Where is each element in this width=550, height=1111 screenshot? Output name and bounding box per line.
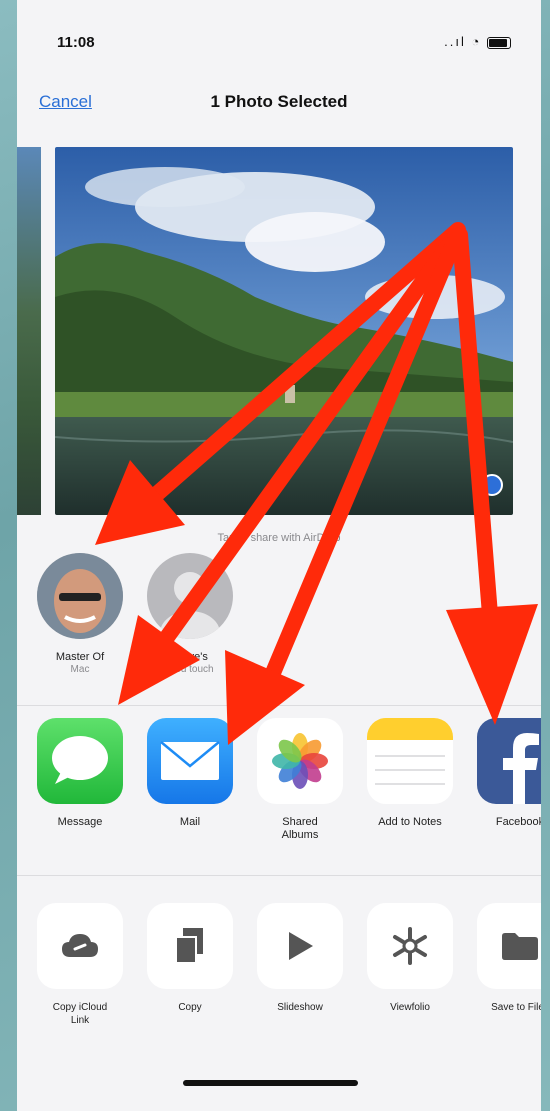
photos-icon [257,718,343,804]
airdrop-people-row: Master Of Mac Steve's iPod touch [17,553,541,703]
action-label: Slideshow [277,1002,323,1013]
home-indicator[interactable] [183,1080,358,1086]
page-title: 1 Photo Selected [210,92,348,111]
person-name: Master Of [55,651,105,663]
divider [17,705,541,706]
airdrop-hint: Tap to share with AirDrop [217,532,341,544]
wifi-icon: ◔ [471,34,482,49]
copy-icon [147,903,233,989]
person-device: Mac [70,664,90,675]
action-slideshow[interactable]: Slideshow [250,903,350,1014]
app-label: Mail [179,816,201,828]
person-device: iPod touch [166,664,214,675]
snowflake-icon [367,903,453,989]
navigation-bar: Cancel 1 Photo Selected [17,80,541,130]
action-label: Copy [178,1002,202,1013]
share-app-mail[interactable]: Mail [140,718,240,829]
share-app-message[interactable]: Message [30,718,130,829]
share-sheet-screen: 11:08 ..ıl ◔ Cancel 1 Photo Selected Tap… [17,0,541,1111]
avatar [147,553,233,639]
avatar [37,553,123,639]
app-label: Shared Albums [281,816,319,841]
play-icon [257,903,343,989]
action-label: Save to Files [491,1002,541,1013]
divider [17,875,541,876]
notes-icon [367,718,453,804]
action-save-to-files[interactable]: Save to Files [470,903,541,1014]
status-bar: 11:08 ..ıl ◔ [17,0,541,80]
action-copy-icloud-link[interactable]: Copy iCloud Link [30,903,130,1027]
cloud-link-icon [37,903,123,989]
share-apps-row: Message Mail Shared Albums Add to Notes … [17,718,541,858]
action-label: Copy iCloud Link [52,1002,108,1026]
status-time: 11:08 [57,34,95,51]
previous-photo-preview[interactable] [17,147,41,515]
airdrop-person-master-of[interactable]: Master Of Mac [30,553,130,676]
battery-icon [487,36,511,49]
app-label: Add to Notes [378,816,442,828]
share-actions-row: Copy iCloud Link Copy Slideshow Viewfoli… [17,903,541,1043]
share-app-shared-albums[interactable]: Shared Albums [250,718,350,842]
messages-icon [37,718,123,804]
share-app-notes[interactable]: Add to Notes [360,718,460,829]
action-viewfolio[interactable]: Viewfolio [360,903,460,1014]
action-copy[interactable]: Copy [140,903,240,1014]
selected-checkmark-icon[interactable] [481,474,503,496]
person-name: Steve's [172,651,208,663]
signal-icon: ..ıl [444,34,466,49]
share-app-facebook[interactable]: Facebook [470,718,541,829]
selected-photo[interactable] [55,147,513,515]
app-label: Message [57,816,103,828]
status-icons: ..ıl ◔ [444,34,511,49]
mail-icon [147,718,233,804]
airdrop-person-steve[interactable]: Steve's iPod touch [140,553,240,676]
folder-icon [477,903,541,989]
facebook-icon [477,718,541,804]
action-label: Viewfolio [390,1002,430,1013]
app-label: Facebook [495,816,541,828]
